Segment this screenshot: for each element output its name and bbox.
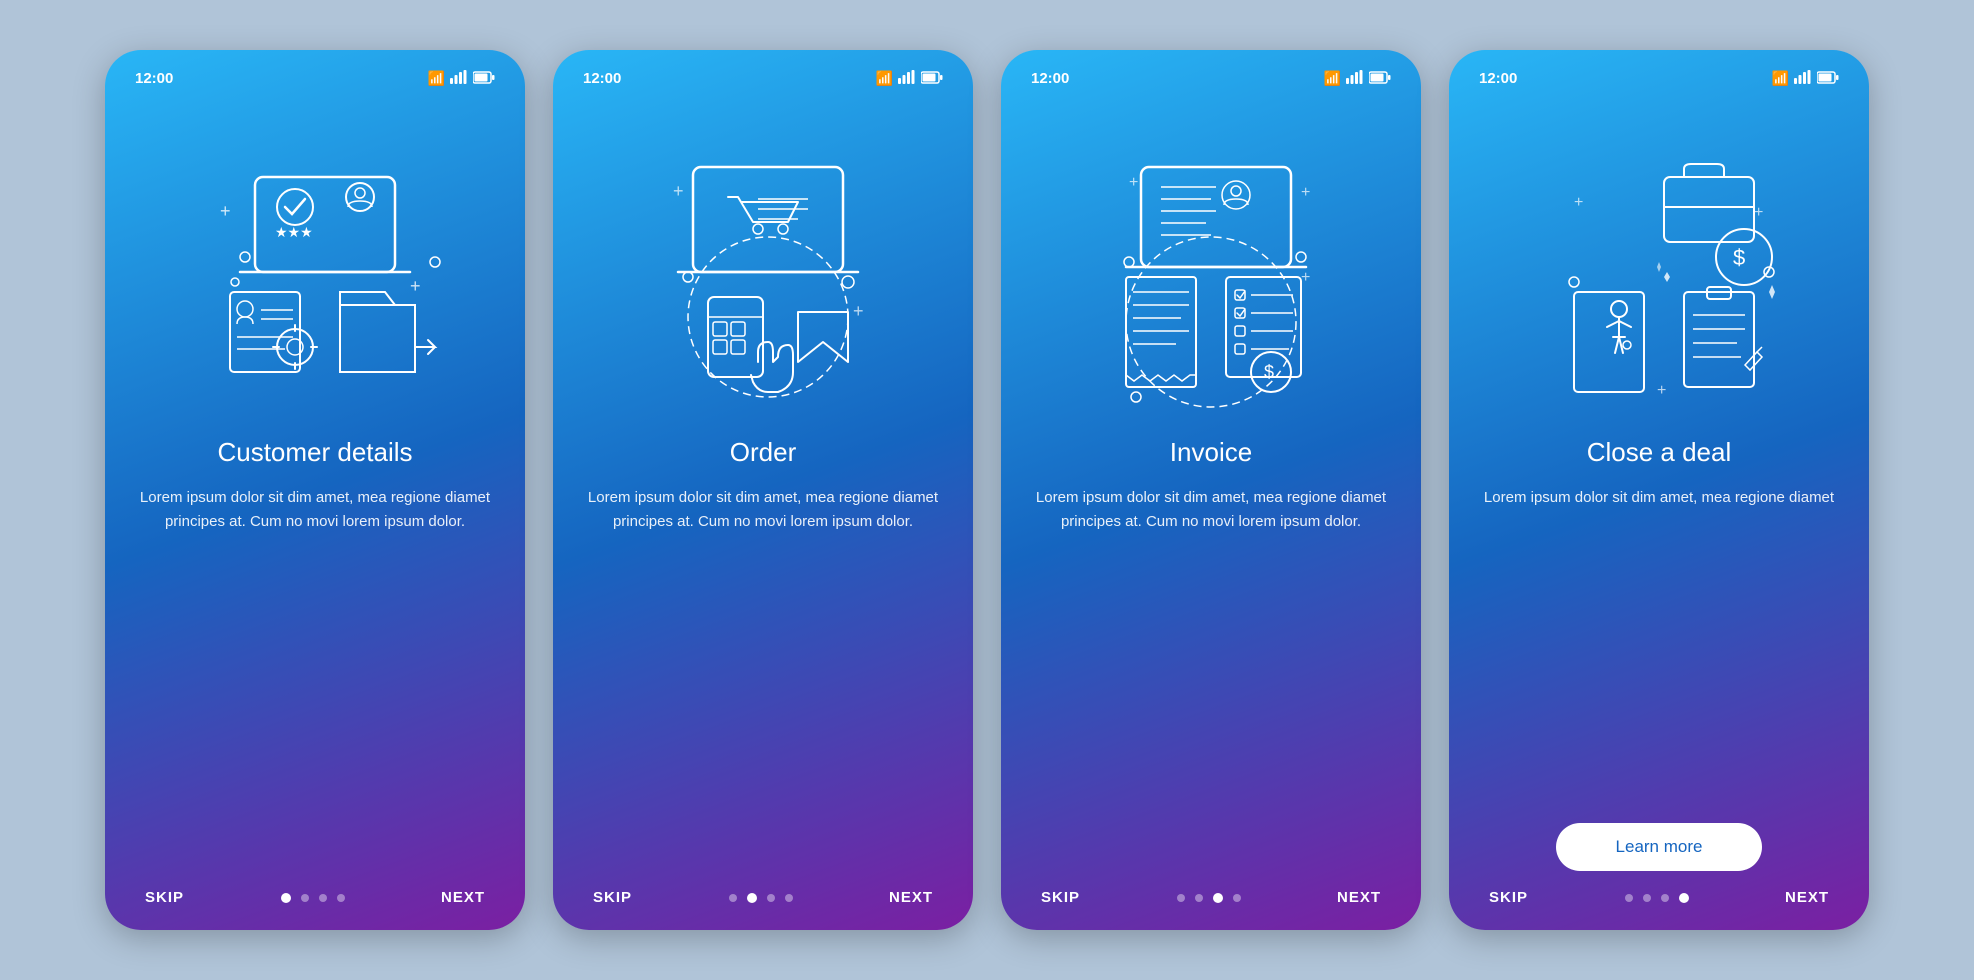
svg-text:$: $ (1733, 245, 1745, 270)
svg-text:★★★: ★★★ (275, 224, 313, 240)
status-bar-2: 12:00 📶 (583, 70, 943, 87)
dot-1-4 (337, 894, 345, 902)
dot-2-3 (767, 894, 775, 902)
signal-icon-2 (898, 70, 916, 87)
svg-text:+: + (1301, 184, 1310, 201)
dot-1-1 (281, 893, 291, 903)
illustration-customer: ★★★ (135, 97, 495, 437)
screen-invoice: 12:00 📶 (1001, 50, 1421, 930)
status-bar-1: 12:00 📶 (135, 70, 495, 87)
dot-4-4 (1679, 893, 1689, 903)
screen-body-3: Lorem ipsum dolor sit dim amet, mea regi… (1031, 486, 1391, 869)
dot-4-1 (1625, 894, 1633, 902)
svg-text:+: + (1657, 382, 1666, 399)
status-icons-2: 📶 (876, 70, 943, 87)
screen-customer-details: 12:00 📶 (105, 50, 525, 930)
illustration-order: + + (583, 97, 943, 437)
wifi-icon-3: 📶 (1324, 70, 1341, 87)
signal-icon-4 (1794, 70, 1812, 87)
screen-body-4: Lorem ipsum dolor sit dim amet, mea regi… (1484, 486, 1834, 803)
time-4: 12:00 (1479, 70, 1517, 87)
svg-text:+: + (673, 181, 684, 201)
screens-container: 12:00 📶 (65, 10, 1909, 970)
dot-4-3 (1661, 894, 1669, 902)
svg-text:+: + (1301, 269, 1310, 286)
dot-2-2 (747, 893, 757, 903)
svg-text:+: + (1574, 194, 1583, 211)
status-icons-4: 📶 (1772, 70, 1839, 87)
status-icons-1: 📶 (428, 70, 495, 87)
screen-title-3: Invoice (1170, 437, 1252, 468)
skip-button-1[interactable]: SKIP (145, 889, 184, 906)
dot-2-4 (785, 894, 793, 902)
wifi-icon-4: 📶 (1772, 70, 1789, 87)
skip-button-3[interactable]: SKIP (1041, 889, 1080, 906)
svg-text:+: + (410, 276, 421, 296)
status-bar-3: 12:00 📶 (1031, 70, 1391, 87)
next-button-1[interactable]: NEXT (441, 889, 485, 906)
svg-text:$: $ (1264, 362, 1274, 382)
nav-dots-2 (729, 893, 793, 903)
screen-body-1: Lorem ipsum dolor sit dim amet, mea regi… (135, 486, 495, 869)
battery-icon-1 (473, 71, 495, 87)
dot-3-4 (1233, 894, 1241, 902)
status-bar-4: 12:00 📶 (1479, 70, 1839, 87)
dot-1-3 (319, 894, 327, 902)
status-icons-3: 📶 (1324, 70, 1391, 87)
illustration-invoice: $ + + + (1031, 97, 1391, 437)
nav-bar-2: SKIP NEXT (583, 889, 943, 906)
nav-dots-3 (1177, 893, 1241, 903)
screen-title-1: Customer details (217, 437, 412, 468)
illustration-deal: $ (1479, 97, 1839, 437)
battery-icon-3 (1369, 71, 1391, 87)
nav-bar-4: SKIP NEXT (1479, 889, 1839, 906)
dot-3-1 (1177, 894, 1185, 902)
nav-bar-1: SKIP NEXT (135, 889, 495, 906)
battery-icon-4 (1817, 71, 1839, 87)
screen-body-2: Lorem ipsum dolor sit dim amet, mea regi… (583, 486, 943, 869)
time-1: 12:00 (135, 70, 173, 87)
screen-close-deal: 12:00 📶 (1449, 50, 1869, 930)
time-3: 12:00 (1031, 70, 1069, 87)
learn-more-button[interactable]: Learn more (1556, 823, 1763, 871)
skip-button-4[interactable]: SKIP (1489, 889, 1528, 906)
skip-button-2[interactable]: SKIP (593, 889, 632, 906)
svg-text:+: + (853, 301, 864, 321)
svg-text:+: + (1129, 174, 1138, 191)
nav-dots-1 (281, 893, 345, 903)
dot-1-2 (301, 894, 309, 902)
next-button-3[interactable]: NEXT (1337, 889, 1381, 906)
screen-title-4: Close a deal (1587, 437, 1732, 468)
dot-3-2 (1195, 894, 1203, 902)
screen-title-2: Order (730, 437, 796, 468)
svg-text:+: + (220, 201, 231, 221)
dot-4-2 (1643, 894, 1651, 902)
dot-3-3 (1213, 893, 1223, 903)
signal-icon-3 (1346, 70, 1364, 87)
battery-icon-2 (921, 71, 943, 87)
nav-bar-3: SKIP NEXT (1031, 889, 1391, 906)
next-button-2[interactable]: NEXT (889, 889, 933, 906)
wifi-icon-2: 📶 (876, 70, 893, 87)
time-2: 12:00 (583, 70, 621, 87)
svg-text:+: + (1754, 204, 1763, 221)
wifi-icon-1: 📶 (428, 70, 445, 87)
signal-icon-1 (450, 70, 468, 87)
dot-2-1 (729, 894, 737, 902)
nav-dots-4 (1625, 893, 1689, 903)
screen-order: 12:00 📶 (553, 50, 973, 930)
next-button-4[interactable]: NEXT (1785, 889, 1829, 906)
